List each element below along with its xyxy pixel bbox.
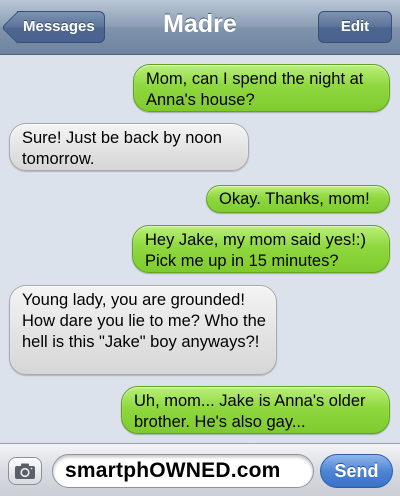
camera-icon — [15, 463, 35, 479]
received-message-bubble[interactable]: Sure! Just be back by noon tomorrow. — [9, 123, 249, 171]
sent-message-bubble[interactable]: Hey Jake, my mom said yes!:) Pick me up … — [132, 225, 390, 273]
edit-button[interactable]: Edit — [318, 11, 392, 43]
message-input[interactable]: smartphOWNED.com — [52, 454, 314, 488]
message-composer: smartphOWNED.com Send — [0, 443, 400, 496]
send-button[interactable]: Send — [320, 454, 393, 488]
navigation-bar: Messages Madre Edit — [0, 0, 400, 55]
back-button-label: Messages — [23, 18, 95, 35]
sent-message-bubble[interactable]: Mom, can I spend the night at Anna's hou… — [133, 64, 390, 112]
camera-button[interactable] — [8, 457, 42, 485]
message-thread[interactable]: Mom, can I spend the night at Anna's hou… — [0, 55, 400, 443]
received-message-bubble[interactable]: Young lady, you are grounded! How dare y… — [9, 285, 277, 375]
sent-message-bubble[interactable]: Uh, mom... Jake is Anna's older brother.… — [121, 386, 390, 434]
sent-message-bubble[interactable]: Okay. Thanks, mom! — [206, 185, 390, 213]
